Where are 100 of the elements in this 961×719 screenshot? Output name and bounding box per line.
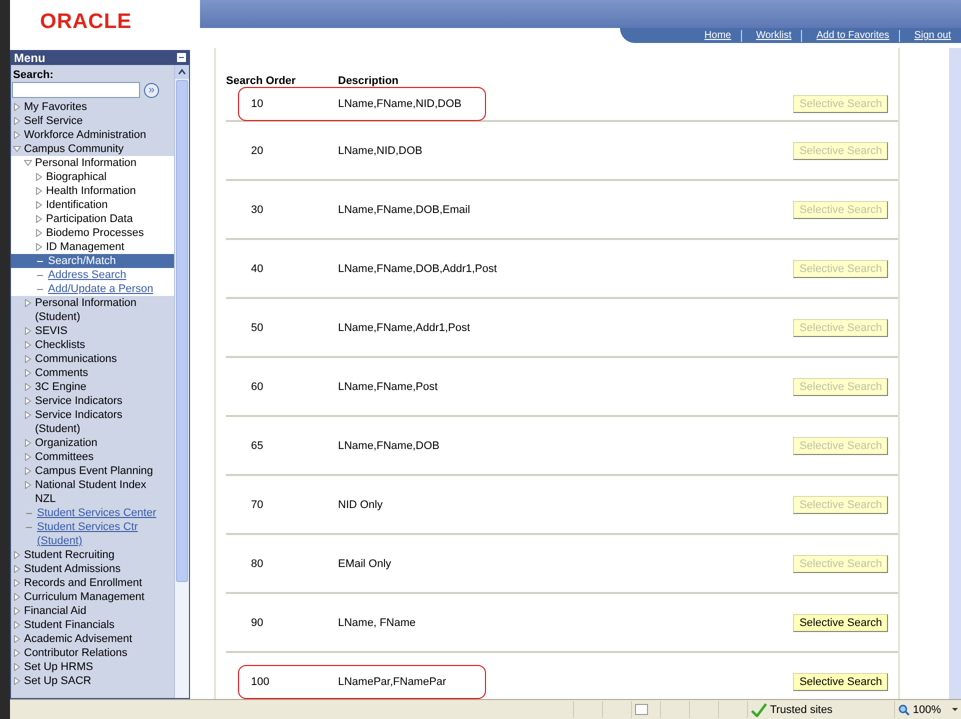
collapsed-triangle-icon[interactable] xyxy=(35,187,43,195)
zoom-text[interactable]: 100% xyxy=(912,704,941,716)
menu-folder[interactable]: Set Up HRMS xyxy=(24,660,94,674)
magnifier-icon xyxy=(898,704,910,716)
menu-folder[interactable]: Student Admissions xyxy=(24,562,121,576)
collapsed-triangle-icon[interactable] xyxy=(24,369,32,377)
page-scrollbar[interactable] xyxy=(949,48,961,699)
collapsed-triangle-icon[interactable] xyxy=(35,201,43,209)
menu-folder[interactable]: Personal Information (Student) xyxy=(35,296,164,324)
nav-link[interactable]: Worklist xyxy=(742,30,802,41)
oracle-logo: ORACLE xyxy=(40,10,132,34)
menu-folder[interactable]: Self Service xyxy=(24,114,83,128)
menu-folder[interactable]: Student Financials xyxy=(24,618,114,632)
menu-folder[interactable]: Student Recruiting xyxy=(24,548,114,562)
menu-folder[interactable]: National Student Index NZL xyxy=(35,478,164,506)
order-cell-text: 40 xyxy=(250,262,264,274)
collapsed-triangle-icon[interactable] xyxy=(35,229,43,237)
menu-folder[interactable]: Campus Community xyxy=(24,142,124,156)
expanded-triangle-icon[interactable] xyxy=(13,145,21,153)
collapsed-triangle-icon[interactable] xyxy=(24,411,32,419)
order-cell-text: 100 xyxy=(250,676,270,688)
column-header: Description xyxy=(338,75,400,87)
collapsed-triangle-icon[interactable] xyxy=(13,565,21,573)
dash-icon xyxy=(37,289,43,290)
description-cell-text: LName,FName,NID,DOB xyxy=(338,98,462,110)
order-cell-text: 50 xyxy=(250,322,264,334)
collapsed-triangle-icon[interactable] xyxy=(13,677,21,685)
description-cell-text: LNamePar,FNamePar xyxy=(338,676,448,688)
menu-folder[interactable]: Campus Event Planning xyxy=(35,464,154,478)
menu-folder[interactable]: Organization xyxy=(35,436,98,450)
collapsed-triangle-icon[interactable] xyxy=(24,481,32,489)
menu-folder[interactable]: Records and Enrollment xyxy=(24,576,142,590)
menu-link[interactable]: Student Services Ctr (Student) xyxy=(37,520,164,548)
collapsed-triangle-icon[interactable] xyxy=(24,453,32,461)
description-cell-text: LName,FName,DOB xyxy=(338,440,440,452)
menu-folder[interactable]: SEVIS xyxy=(35,324,68,338)
nav-link[interactable]: Sign out xyxy=(900,30,961,41)
selective-search-button[interactable]: Selective Search xyxy=(793,672,888,690)
collapsed-triangle-icon[interactable] xyxy=(24,397,32,405)
order-cell-text: 30 xyxy=(250,204,264,216)
collapsed-triangle-icon[interactable] xyxy=(35,215,43,223)
collapsed-triangle-icon[interactable] xyxy=(13,117,21,125)
expanded-triangle-icon[interactable] xyxy=(24,159,32,167)
menu-folder[interactable]: Set Up SACR xyxy=(24,674,92,688)
collapsed-triangle-icon[interactable] xyxy=(13,103,21,111)
menu-title: Menu xyxy=(14,50,46,64)
description-cell-text: NID Only xyxy=(338,498,384,510)
collapsed-triangle-icon[interactable] xyxy=(35,243,43,251)
collapsed-triangle-icon[interactable] xyxy=(13,635,21,643)
menu-folder[interactable]: Financial Aid xyxy=(24,604,86,618)
collapsed-triangle-icon[interactable] xyxy=(13,649,21,657)
dash-icon xyxy=(26,513,32,514)
menu-folder[interactable]: Contributor Relations xyxy=(24,646,128,660)
menu-folder[interactable]: Checklists xyxy=(35,338,86,352)
description-cell-text: LName, FName xyxy=(338,616,417,628)
go-button[interactable]: » xyxy=(144,82,159,98)
collapsed-triangle-icon[interactable] xyxy=(24,355,32,363)
order-cell-text: 70 xyxy=(250,498,264,510)
collapsed-triangle-icon[interactable] xyxy=(13,551,21,559)
check-icon xyxy=(751,702,767,716)
collapsed-triangle-icon[interactable] xyxy=(13,663,21,671)
menu-folder[interactable]: Service Indicators (Student) xyxy=(35,408,164,436)
collapsed-triangle-icon[interactable] xyxy=(24,383,32,391)
menu-folder[interactable]: Curriculum Management xyxy=(24,590,144,604)
collapse-icon[interactable] xyxy=(177,53,186,62)
menu-folder[interactable]: Communications xyxy=(35,352,117,366)
menu-folder[interactable]: Comments xyxy=(35,366,88,380)
collapsed-triangle-icon[interactable] xyxy=(24,439,32,447)
nav-link[interactable]: Home xyxy=(690,30,742,41)
menu-folder[interactable]: Academic Advisement xyxy=(24,632,132,646)
dash-icon xyxy=(37,261,43,262)
nav-link[interactable]: Add to Favorites xyxy=(802,30,900,41)
collapsed-triangle-icon[interactable] xyxy=(13,579,21,587)
collapsed-triangle-icon[interactable] xyxy=(13,621,21,629)
description-cell-text: LName,FName,Post xyxy=(338,380,439,392)
menu-folder[interactable]: My Favorites xyxy=(24,100,87,114)
scroll-up-icon[interactable] xyxy=(175,65,189,79)
menu-link[interactable]: Student Services Center xyxy=(37,506,156,520)
menu-folder[interactable]: Committees xyxy=(35,450,94,464)
description-cell-text: EMail Only xyxy=(338,558,392,570)
menu-scrollbar[interactable] xyxy=(174,65,189,698)
collapsed-triangle-icon[interactable] xyxy=(24,467,32,475)
collapsed-triangle-icon[interactable] xyxy=(13,607,21,615)
selective-search-button[interactable]: Selective Search xyxy=(793,614,888,632)
collapsed-triangle-icon[interactable] xyxy=(13,593,21,601)
collapsed-triangle-icon[interactable] xyxy=(13,131,21,139)
collapsed-triangle-icon[interactable] xyxy=(24,327,32,335)
search-field[interactable] xyxy=(12,82,140,98)
caret-icon[interactable] xyxy=(952,708,958,711)
column-header: Search Order xyxy=(226,75,297,87)
menu-folder[interactable]: Service Indicators xyxy=(35,394,122,408)
collapsed-triangle-icon[interactable] xyxy=(24,299,32,307)
menu-folder[interactable]: 3C Engine xyxy=(35,380,86,394)
order-cell-text: 60 xyxy=(250,380,264,392)
description-cell-text: LName,FName,Addr1,Post xyxy=(338,322,472,334)
menu-folder[interactable]: Workforce Administration xyxy=(24,128,146,142)
collapsed-triangle-icon[interactable] xyxy=(24,341,32,349)
order-cell-text: 80 xyxy=(250,558,264,570)
dash-icon xyxy=(37,275,43,276)
collapsed-triangle-icon[interactable] xyxy=(35,173,43,181)
